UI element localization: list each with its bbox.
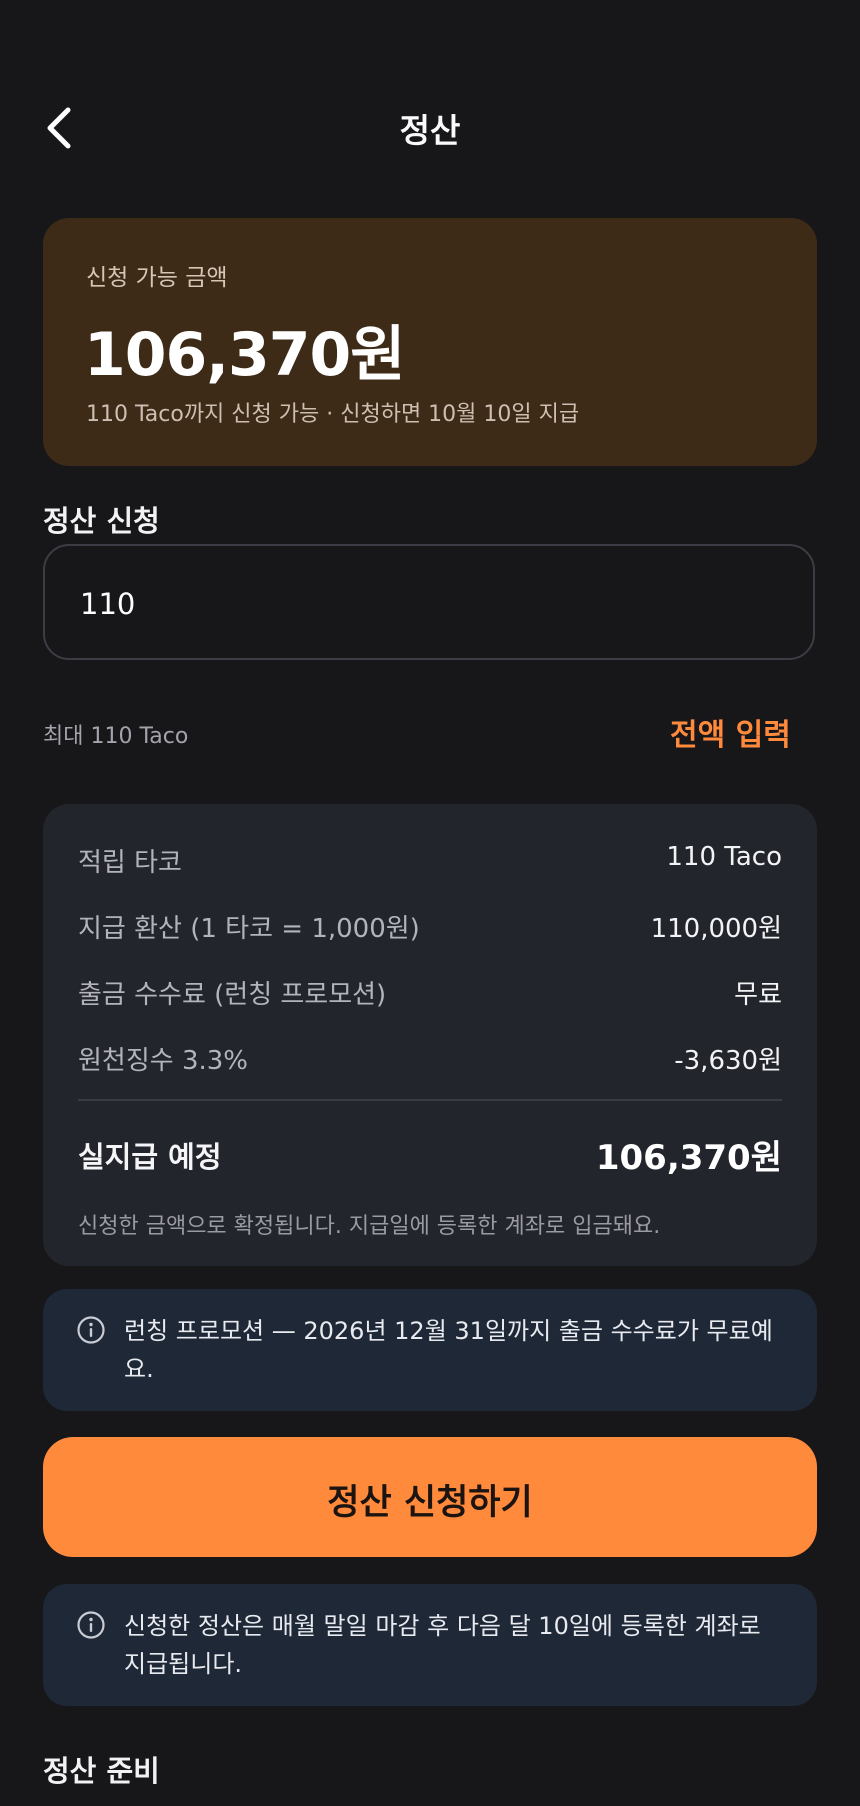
detail-row-value: 110 Taco bbox=[666, 842, 782, 872]
info-circle-icon bbox=[77, 1611, 105, 1639]
detail-row-value: 110,000원 bbox=[650, 914, 782, 944]
available-amount-label: 신청 가능 금액 bbox=[86, 265, 228, 291]
net-payout-value: 106,370원 bbox=[595, 1138, 782, 1178]
detail-row-label: 출금 수수료 (런칭 프로모션) bbox=[78, 980, 387, 1010]
detail-row-value: -3,630원 bbox=[674, 1046, 782, 1076]
info-circle-icon bbox=[77, 1316, 105, 1344]
net-payout-label: 실지급 예정 bbox=[78, 1140, 222, 1174]
detail-row-label: 지급 환산 (1 타코 = 1,000원) bbox=[78, 914, 420, 944]
taco-amount-input[interactable] bbox=[80, 580, 680, 628]
max-taco-text: 최대 110 Taco bbox=[43, 724, 189, 749]
fill-all-button[interactable]: 전액 입력 bbox=[670, 710, 791, 754]
detail-row-label: 원천징수 3.3% bbox=[78, 1046, 248, 1076]
request-section-label: 정산 신청 bbox=[43, 504, 160, 538]
detail-row-value: 무료 bbox=[734, 980, 782, 1010]
detail-divider bbox=[78, 1099, 782, 1101]
page-title: 정산 bbox=[399, 111, 461, 150]
available-amount-value: 106,370원 bbox=[84, 320, 405, 390]
available-amount-note: 110 Taco까지 신청 가능 · 신청하면 10월 10일 지급 bbox=[86, 402, 580, 427]
submit-settlement-label: 정산 신청하기 bbox=[327, 1483, 533, 1523]
prep-section-label: 정산 준비 bbox=[43, 1754, 160, 1788]
promo-info-text: 런칭 프로모션 — 2026년 12월 31일까지 출금 수수료가 무료예요. bbox=[124, 1317, 773, 1383]
schedule-info-text: 신청한 정산은 매월 말일 마감 후 다음 달 10일에 등록한 계좌로 지급됩… bbox=[124, 1612, 761, 1678]
detail-note: 신청한 금액으로 확정됩니다. 지급일에 등록한 계좌로 입금돼요. bbox=[78, 1214, 661, 1239]
detail-row-label: 적립 타코 bbox=[78, 848, 182, 878]
